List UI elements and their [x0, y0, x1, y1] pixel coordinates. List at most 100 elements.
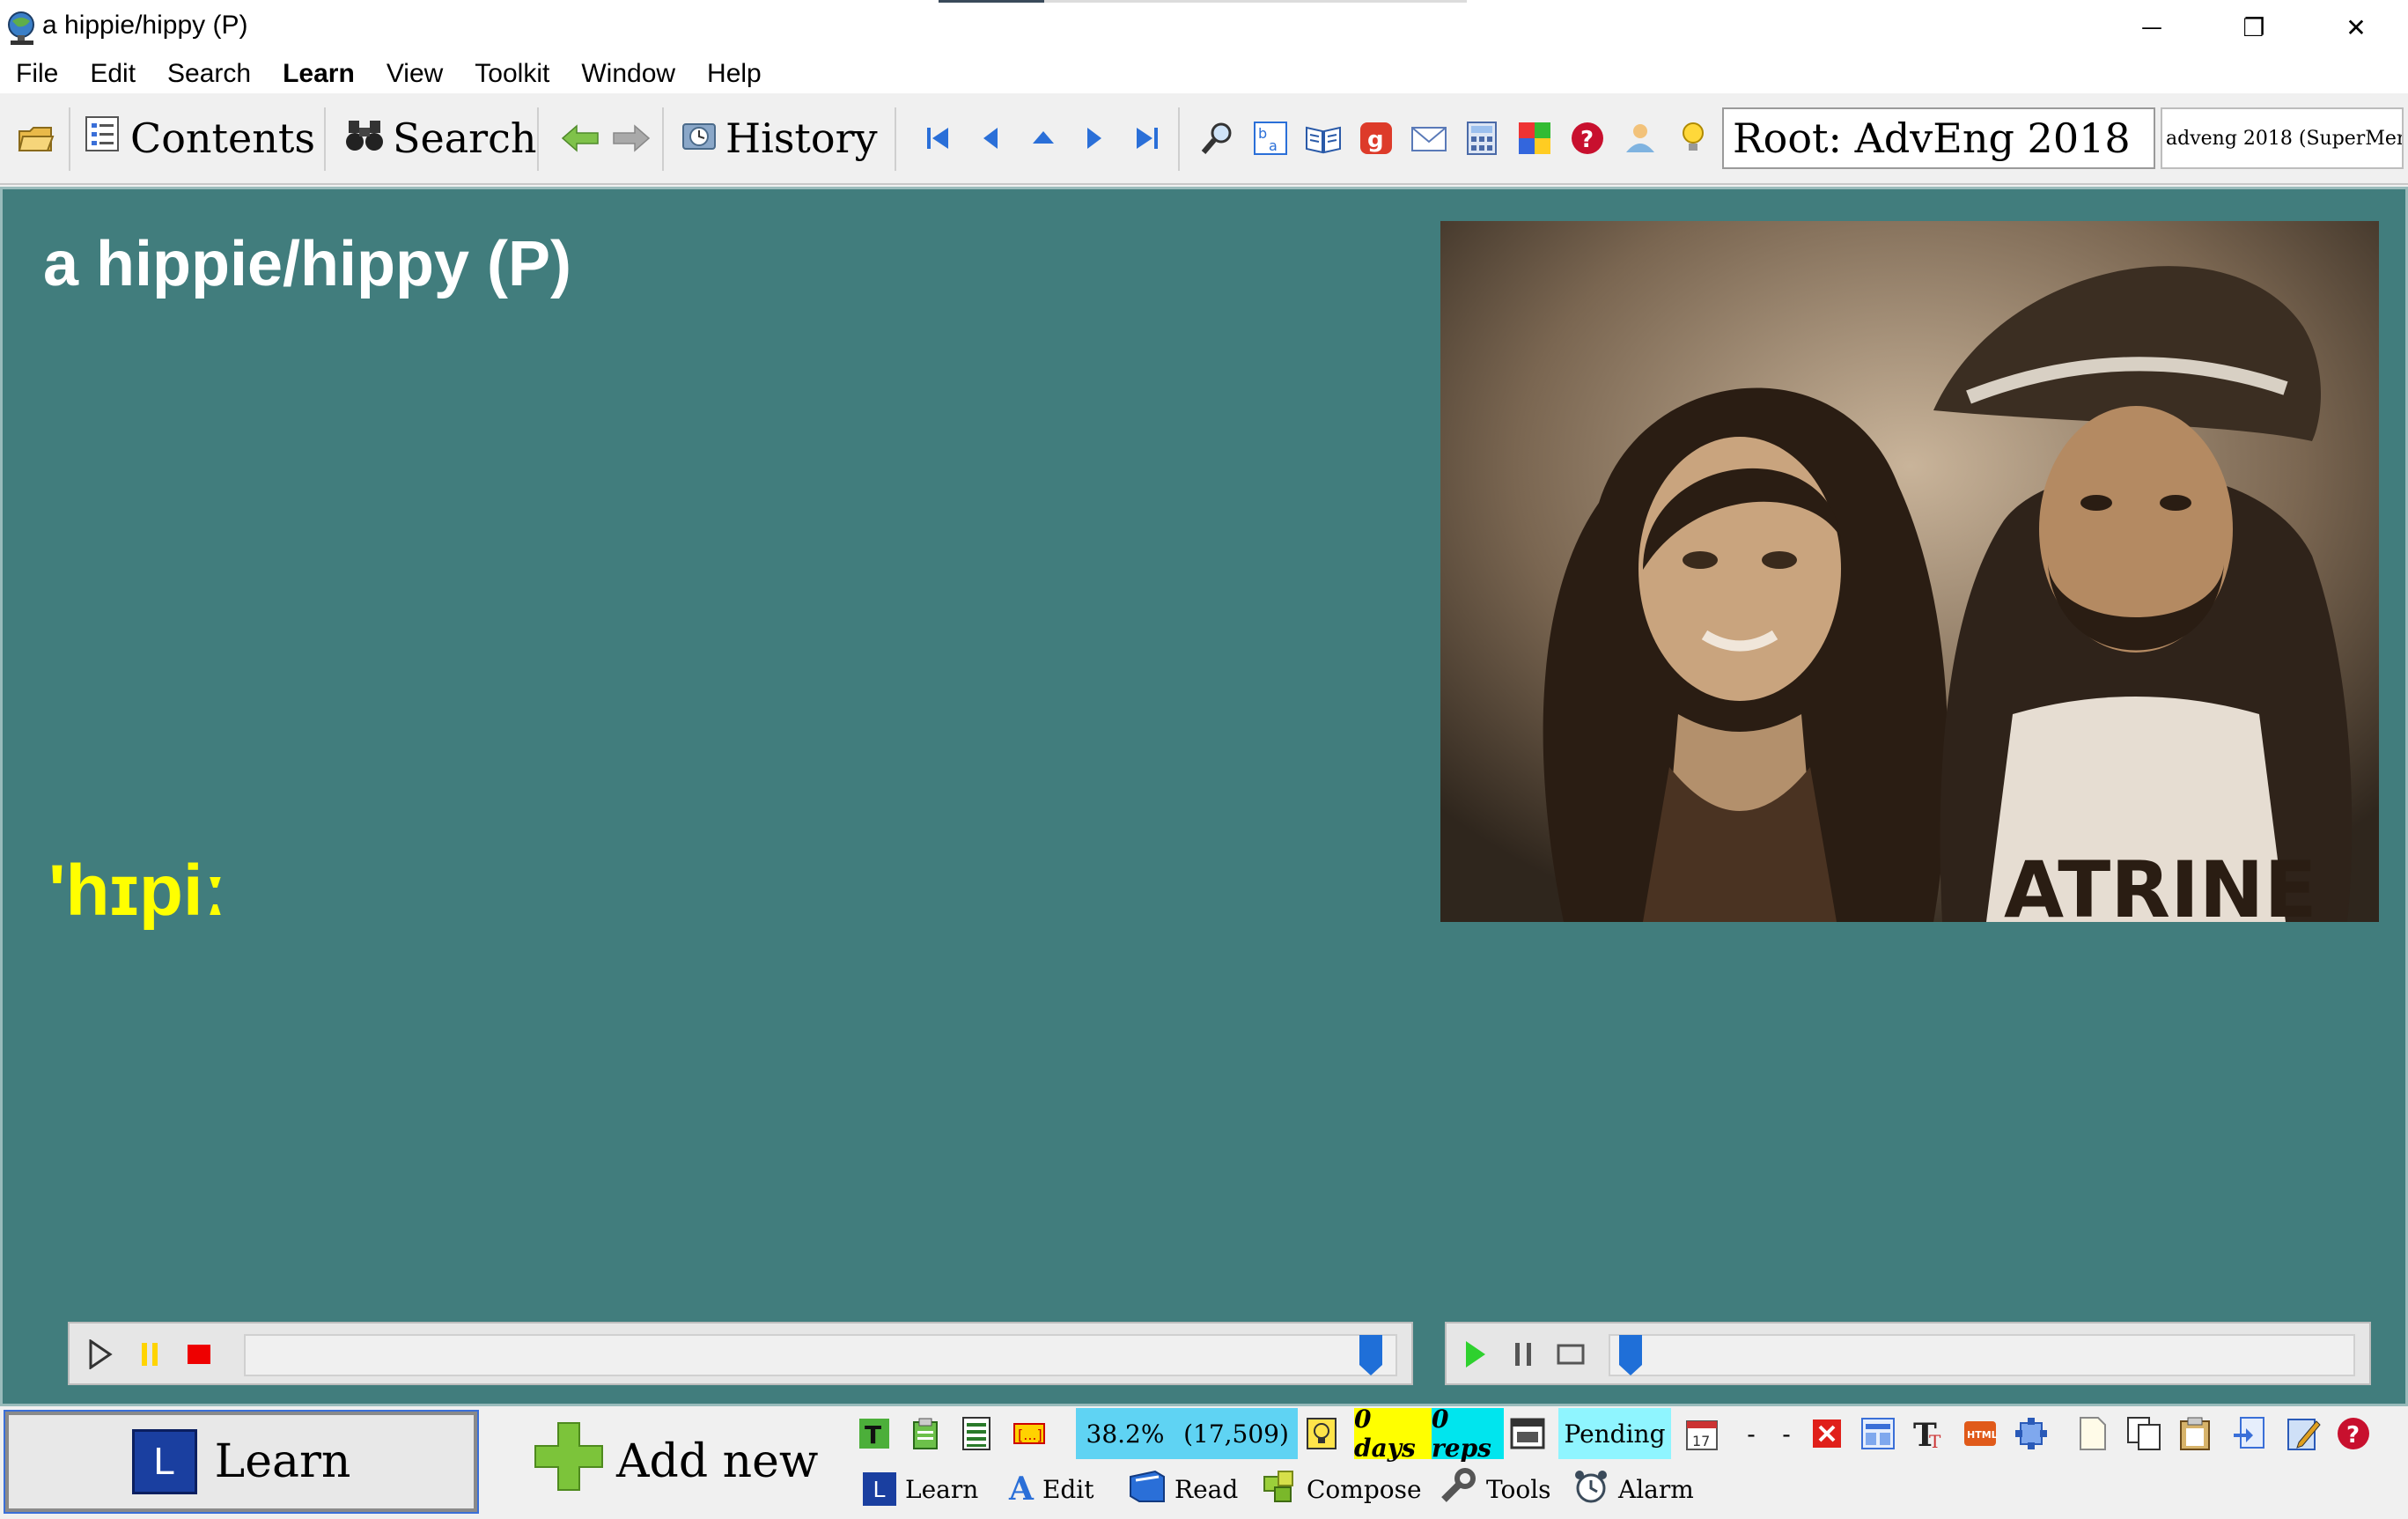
app-globe-icon[interactable]: [5, 9, 39, 46]
menu-file[interactable]: File: [16, 59, 58, 89]
collection-field[interactable]: adveng 2018 (SuperMemo: [2161, 107, 2404, 169]
layout-icon[interactable]: [1859, 1415, 1896, 1452]
first-element-icon[interactable]: [917, 118, 958, 159]
svg-text:ATRINE: ATRINE: [2004, 844, 2317, 922]
tab-alarm[interactable]: Alarm: [1572, 1463, 1694, 1515]
svg-text:T: T: [865, 1420, 881, 1449]
title-bar: a hippie/hippy (P) — ❐ ✕: [0, 0, 2408, 55]
help-icon[interactable]: ?: [1567, 118, 1608, 159]
menu-view[interactable]: View: [387, 59, 443, 89]
calendar-day: 17: [1692, 1433, 1710, 1449]
pause-button[interactable]: [128, 1332, 172, 1376]
next-element-icon[interactable]: [1074, 118, 1115, 159]
stop-button[interactable]: [1549, 1332, 1593, 1376]
mail-icon[interactable]: [1409, 118, 1449, 159]
document-list-icon[interactable]: [958, 1415, 995, 1452]
answer-sound-slider-thumb[interactable]: [1617, 1333, 1644, 1377]
dictionary-icon[interactable]: [1303, 118, 1344, 159]
cloze-icon[interactable]: [...]: [1011, 1415, 1048, 1452]
font-icon[interactable]: TT: [1911, 1415, 1948, 1452]
history-button[interactable]: History: [681, 109, 878, 167]
palette-icon[interactable]: [1514, 118, 1555, 159]
phonetic-transcription[interactable]: 'hɪpiː: [48, 850, 227, 933]
lightbulb-icon[interactable]: [1673, 118, 1713, 159]
tab-read[interactable]: Read: [1129, 1463, 1238, 1515]
calendar-icon[interactable]: 17: [1683, 1415, 1720, 1452]
tab-learn-label: Learn: [905, 1474, 979, 1504]
menu-edit[interactable]: Edit: [90, 59, 136, 89]
magnifier-icon[interactable]: [1197, 118, 1238, 159]
close-button[interactable]: ✕: [2305, 0, 2407, 55]
previous-element-icon[interactable]: [970, 118, 1011, 159]
copy-icon[interactable]: [2125, 1415, 2162, 1452]
svg-text:g: g: [1367, 127, 1384, 153]
back-arrow-icon[interactable]: [560, 118, 600, 159]
open-folder-icon[interactable]: [16, 118, 56, 159]
edit-note-icon[interactable]: [2286, 1415, 2323, 1452]
status-row: T [...] 38.2% (17,509) 0 days 0 reps Pen…: [847, 1405, 2408, 1463]
pending-status: Pending: [1558, 1408, 1671, 1459]
play-button[interactable]: [1454, 1332, 1498, 1376]
menu-search[interactable]: Search: [167, 59, 251, 89]
search-label: Search: [393, 114, 537, 162]
pause-button[interactable]: [1501, 1332, 1545, 1376]
learn-badge-icon: L: [131, 1429, 197, 1494]
play-button[interactable]: [78, 1332, 122, 1376]
component-icon[interactable]: [2013, 1415, 2050, 1452]
hippie-couple-photo: ATRINE: [1440, 221, 2379, 935]
clipboard-icon[interactable]: [907, 1415, 944, 1452]
tab-read-label: Read: [1175, 1474, 1239, 1504]
menu-window[interactable]: Window: [581, 59, 675, 89]
answer-sound-track[interactable]: [1609, 1334, 2355, 1376]
minimize-button[interactable]: —: [2101, 0, 2203, 55]
tab-compose-label: Compose: [1307, 1474, 1422, 1504]
priority-bulb-icon[interactable]: [1303, 1415, 1340, 1452]
menu-learn[interactable]: Learn: [283, 59, 355, 89]
paste-icon[interactable]: [2176, 1415, 2213, 1452]
tab-learn[interactable]: L Learn: [863, 1463, 978, 1515]
last-element-icon[interactable]: [1127, 118, 1167, 159]
question-sound-track[interactable]: [244, 1334, 1397, 1376]
delete-icon[interactable]: [1808, 1415, 1845, 1452]
stop-button[interactable]: [177, 1332, 221, 1376]
tab-compose[interactable]: Compose: [1261, 1463, 1422, 1515]
menu-toolkit[interactable]: Toolkit: [475, 59, 549, 89]
branch-root-field[interactable]: Root: AdvEng 2018: [1722, 107, 2155, 169]
new-page-icon[interactable]: [2074, 1415, 2111, 1452]
toolbar: Contents Search History ba g ? Root: Adv…: [0, 93, 2408, 185]
tab-edit-label: Edit: [1042, 1474, 1094, 1504]
tab-edit[interactable]: A Edit: [1009, 1463, 1094, 1515]
contents-icon: [85, 114, 120, 162]
toolbar-separator: [895, 107, 896, 171]
question-sound-slider-thumb[interactable]: [1358, 1333, 1384, 1377]
puzzle-icon: [1261, 1468, 1298, 1511]
card-title[interactable]: a hippie/hippy (P): [43, 228, 571, 300]
tab-tools[interactable]: Tools: [1440, 1463, 1551, 1515]
toolbar-separator: [324, 107, 326, 171]
translate-icon[interactable]: ba: [1250, 118, 1291, 159]
window-icon[interactable]: [1509, 1415, 1546, 1452]
learn-button[interactable]: L Learn: [4, 1410, 479, 1514]
menu-help[interactable]: Help: [707, 59, 762, 89]
html-icon[interactable]: HTML: [1962, 1415, 1999, 1452]
add-new-label: Add new: [616, 1435, 819, 1488]
search-button[interactable]: Search: [345, 109, 537, 167]
forward-arrow-icon[interactable]: [611, 118, 652, 159]
tab-alarm-label: Alarm: [1618, 1474, 1694, 1504]
menu-bar: File Edit Search Learn View Toolkit Wind…: [0, 55, 2408, 93]
binoculars-icon: [345, 114, 384, 162]
import-icon[interactable]: [2231, 1415, 2268, 1452]
add-new-button[interactable]: Add new: [534, 1412, 824, 1512]
user-icon[interactable]: [1620, 118, 1661, 159]
parent-element-icon[interactable]: [1023, 118, 1064, 159]
contents-label: Contents: [130, 114, 315, 162]
google-search-icon[interactable]: g: [1356, 118, 1396, 159]
minimize-icon: —: [2141, 15, 2162, 40]
restore-button[interactable]: ❐: [2203, 0, 2305, 55]
contents-button[interactable]: Contents: [85, 109, 315, 167]
template-icon[interactable]: T: [856, 1415, 893, 1452]
toolbar-separator: [662, 107, 664, 171]
title-tab-indicator: [939, 0, 1044, 3]
calculator-icon[interactable]: [1462, 118, 1502, 159]
question-help-icon[interactable]: ?: [2335, 1415, 2372, 1452]
